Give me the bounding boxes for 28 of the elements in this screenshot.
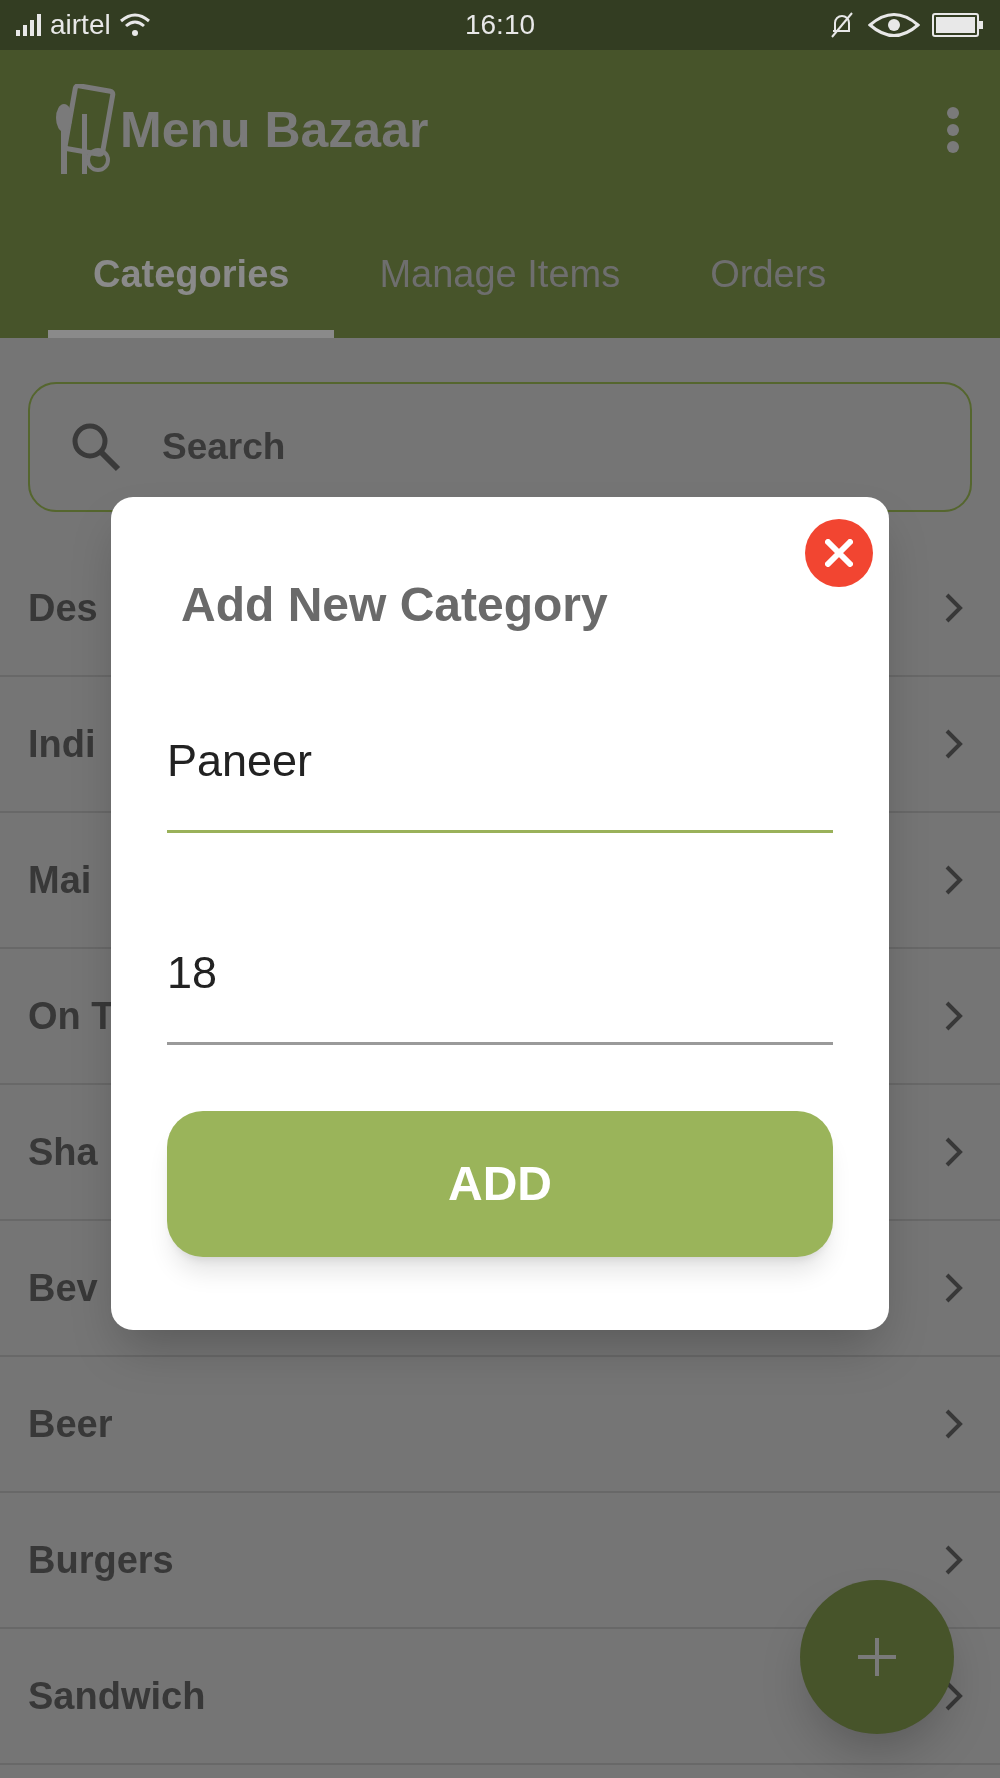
clock-time: 16:10 [464, 8, 536, 42]
tab[interactable]: Orders [665, 210, 872, 338]
close-icon [825, 539, 853, 567]
app-title: Menu Bazaar [120, 100, 429, 160]
chevron-right-icon [944, 864, 964, 896]
chevron-right-icon [944, 1272, 964, 1304]
chevron-right-icon [944, 1000, 964, 1032]
muted-bell-icon [828, 11, 856, 39]
carrier-name: airtel [50, 8, 111, 42]
more-options-icon[interactable] [946, 106, 960, 154]
text-input[interactable]: 18 [167, 903, 833, 1045]
tab[interactable]: Categories [48, 210, 335, 338]
signal-icon [16, 14, 42, 36]
wifi-icon [118, 12, 151, 38]
category-row[interactable]: Beer [0, 1357, 1000, 1493]
chevron-right-icon [944, 1136, 964, 1168]
text-input[interactable]: Paneer [167, 691, 833, 833]
battery-icon [932, 13, 984, 37]
eye-icon [868, 12, 920, 38]
chevron-right-icon [944, 728, 964, 760]
tab[interactable]: Manage Items [334, 210, 666, 338]
chevron-right-icon [944, 592, 964, 624]
chevron-right-icon [944, 1544, 964, 1576]
add-button[interactable]: ADD [167, 1111, 833, 1257]
chevron-right-icon [944, 1408, 964, 1440]
plus-icon [856, 1636, 898, 1678]
dialog-title: Add New Category [181, 577, 609, 633]
search-icon [70, 421, 122, 473]
